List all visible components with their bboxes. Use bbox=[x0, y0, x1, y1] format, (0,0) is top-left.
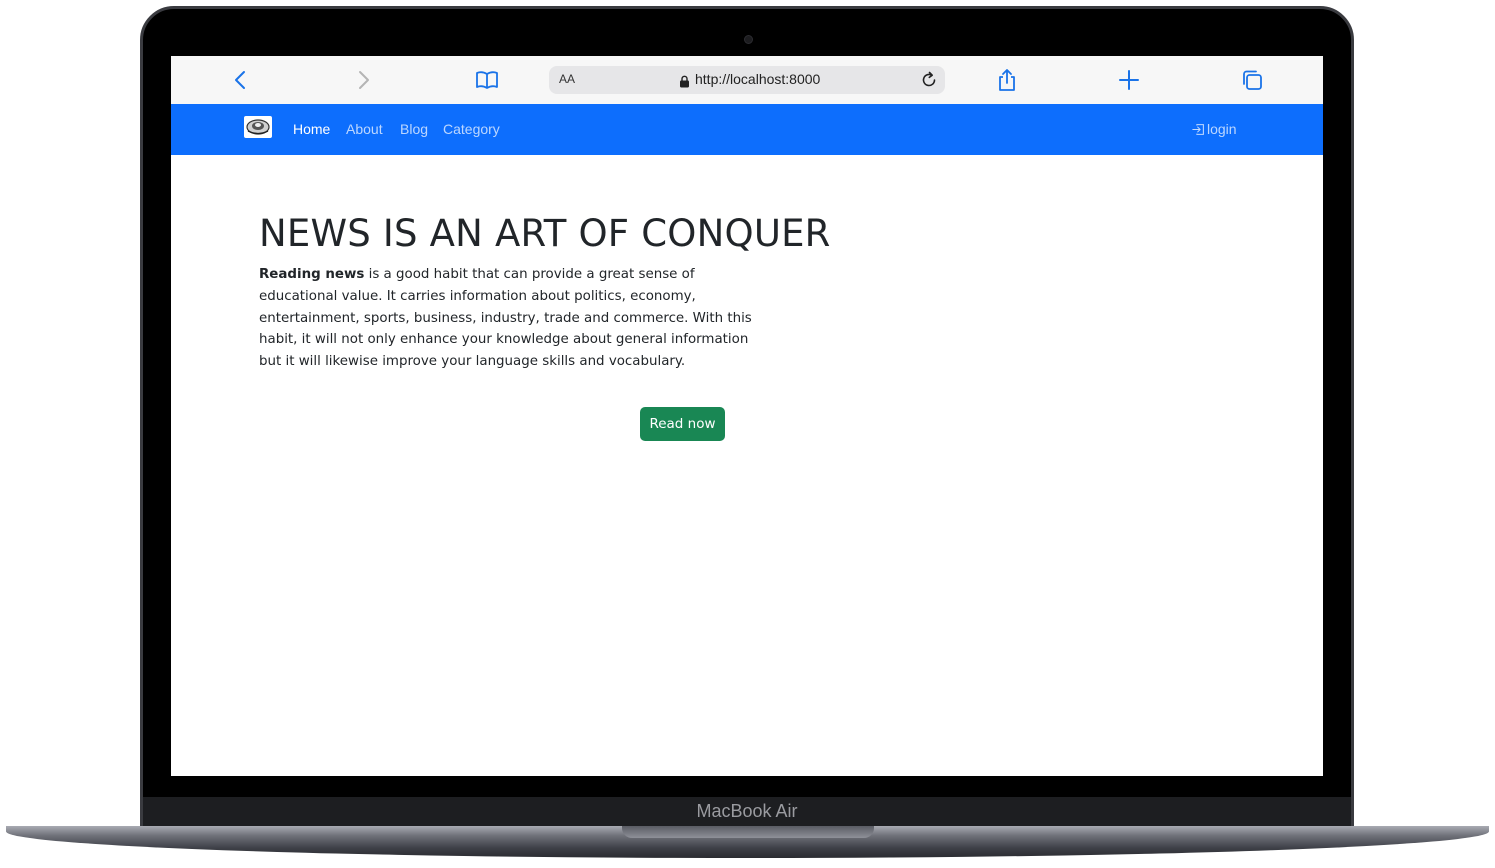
chevron-right-icon[interactable] bbox=[351, 68, 375, 92]
nav-category-link[interactable]: Category bbox=[443, 121, 500, 137]
hero-paragraph: Reading news is a good habit that can pr… bbox=[259, 264, 759, 373]
nav-blog-link[interactable]: Blog bbox=[400, 121, 428, 137]
hero-lead-bold: Reading news bbox=[259, 267, 365, 282]
chevron-left-icon[interactable] bbox=[229, 68, 253, 92]
login-link[interactable]: login bbox=[1192, 121, 1237, 137]
browser-screen: AA http://localhost:8000 Home About Blog… bbox=[171, 56, 1323, 776]
hero-title: NEWS IS AN ART OF CONQUER bbox=[259, 212, 831, 255]
reload-icon[interactable] bbox=[919, 70, 939, 90]
plus-icon[interactable] bbox=[1117, 68, 1141, 92]
device-label: MacBook Air bbox=[696, 801, 798, 821]
laptop-hinge-notch bbox=[622, 826, 874, 838]
nav-home-link[interactable]: Home bbox=[293, 121, 330, 137]
site-navbar: Home About Blog Category login bbox=[171, 104, 1323, 155]
hero-body-text: is a good habit that can provide a great… bbox=[259, 267, 752, 370]
box-arrow-in-right-icon bbox=[1192, 124, 1204, 135]
read-now-button[interactable]: Read now bbox=[640, 407, 725, 441]
reader-text-size-button[interactable]: AA bbox=[559, 72, 575, 86]
url-text[interactable]: http://localhost:8000 bbox=[695, 71, 820, 87]
camera-icon bbox=[744, 35, 753, 44]
site-logo[interactable] bbox=[244, 116, 272, 138]
nav-about-link[interactable]: About bbox=[346, 121, 383, 137]
login-label: login bbox=[1207, 121, 1237, 137]
browser-toolbar: AA http://localhost:8000 bbox=[171, 56, 1323, 104]
tabs-icon[interactable] bbox=[1240, 68, 1264, 92]
book-icon[interactable] bbox=[475, 68, 499, 92]
address-bar[interactable]: AA http://localhost:8000 bbox=[549, 66, 945, 94]
share-icon[interactable] bbox=[995, 68, 1019, 92]
lock-icon bbox=[679, 73, 690, 88]
